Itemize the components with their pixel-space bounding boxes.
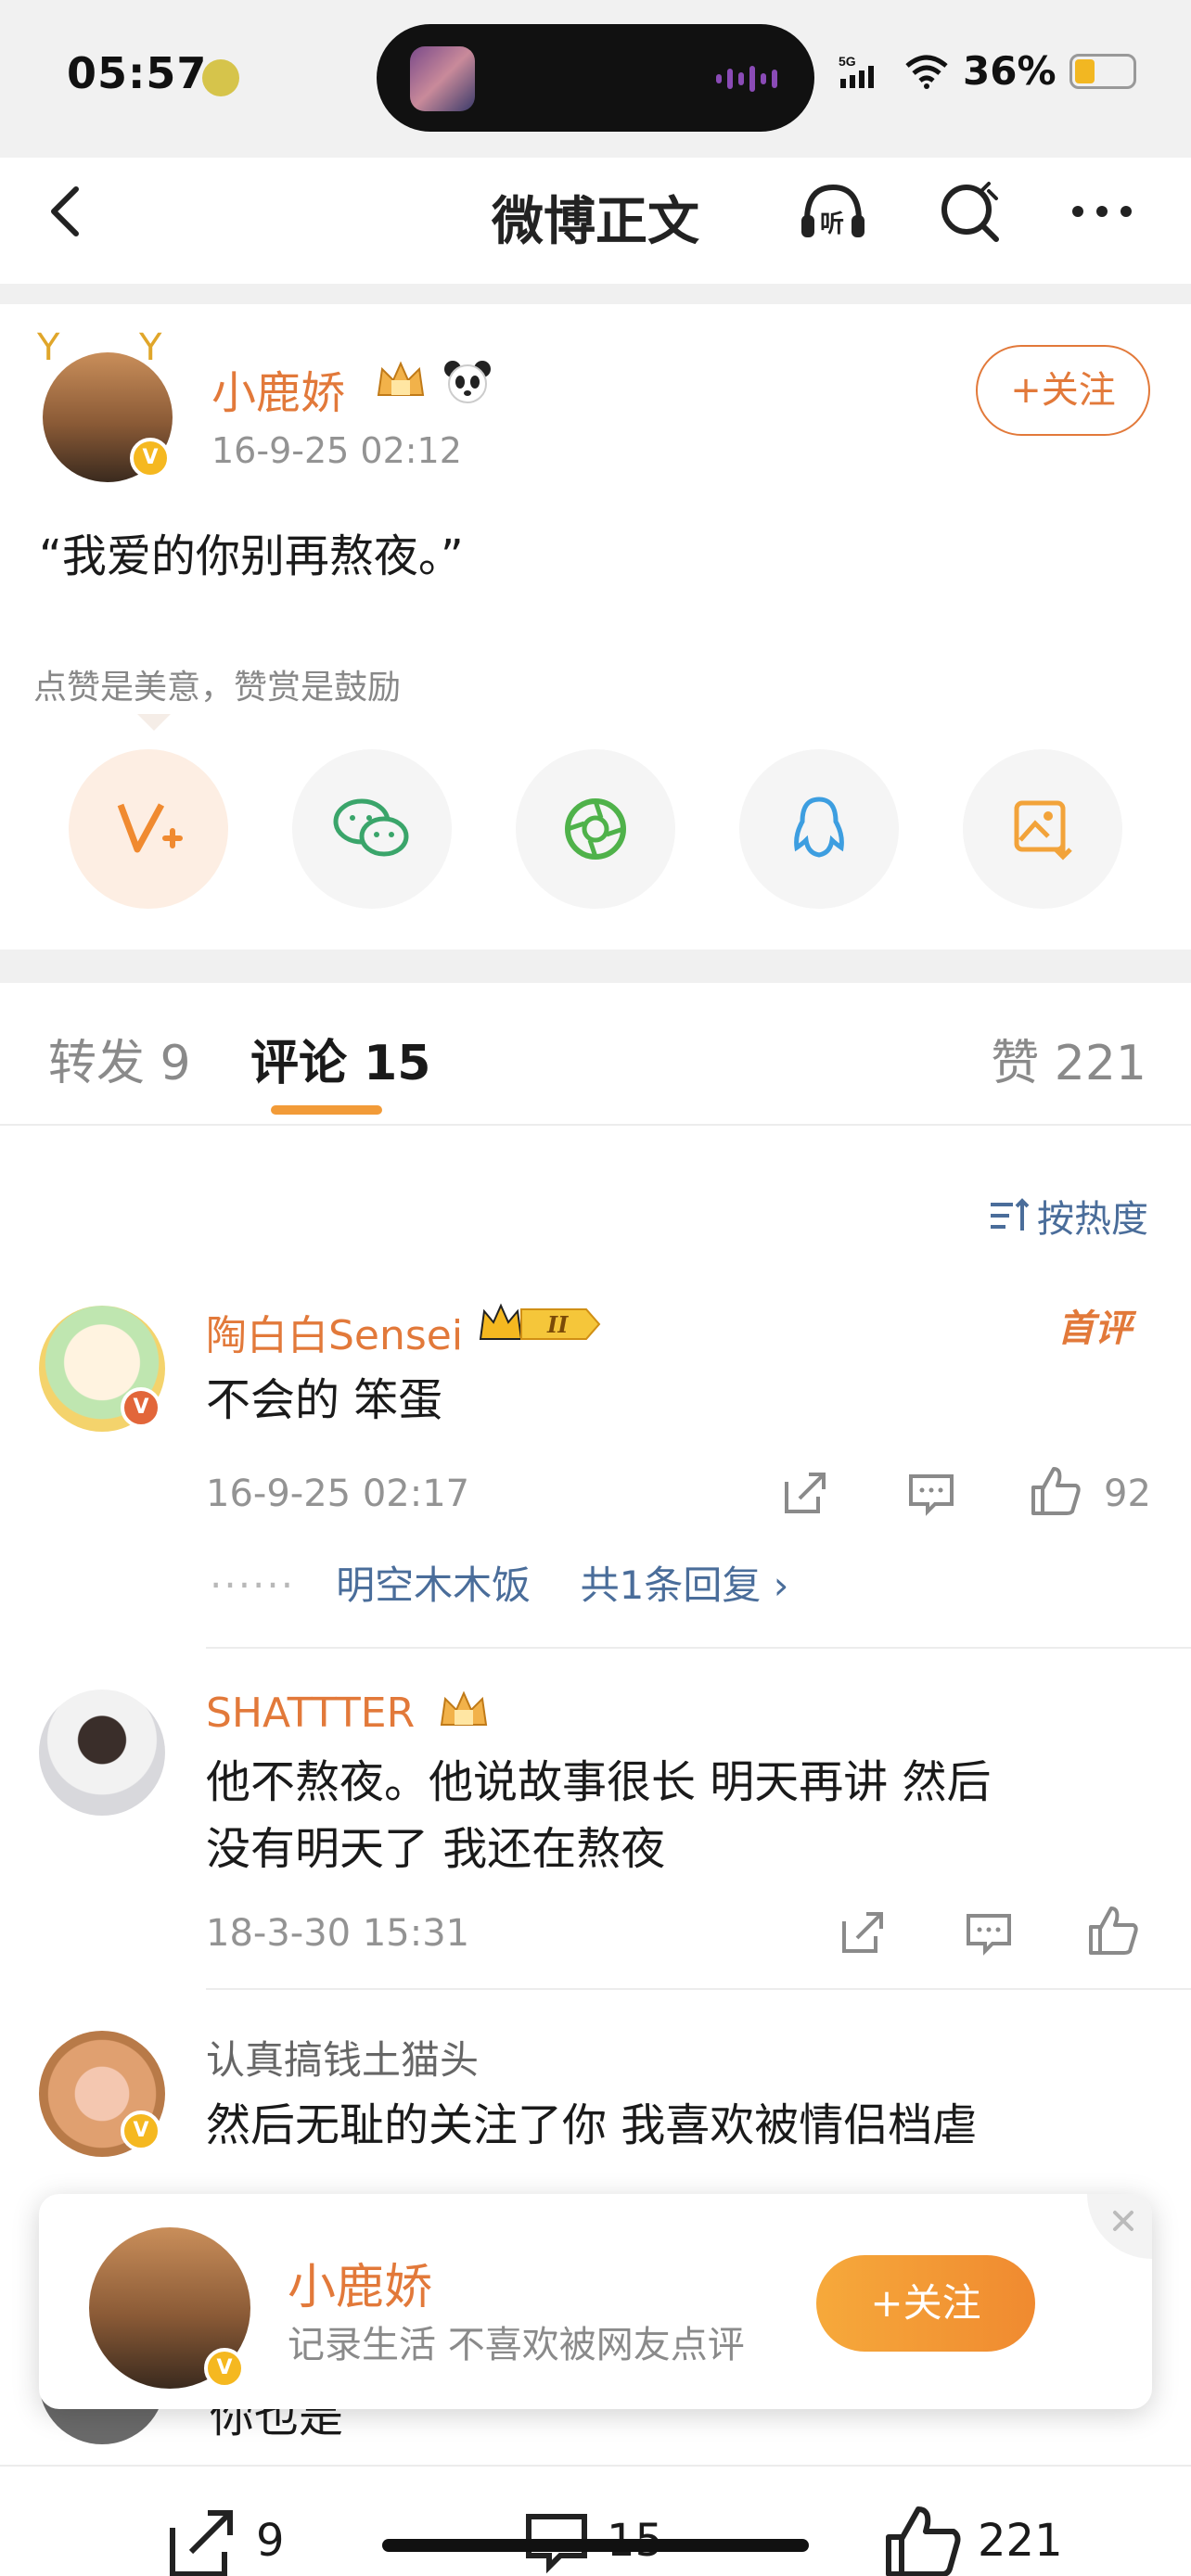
- verified-icon: V: [121, 1387, 161, 1428]
- repost-count: 9: [256, 2515, 285, 2567]
- divider: [0, 950, 1191, 983]
- reward-button[interactable]: [69, 749, 228, 909]
- like-button[interactable]: 221: [881, 2504, 1063, 2576]
- popup-follow-button[interactable]: +关注: [816, 2255, 1035, 2352]
- antler-decoration-icon: Y: [37, 326, 60, 369]
- commenter-name[interactable]: 认真搞钱土猫头: [206, 2029, 479, 2085]
- reply-icon[interactable]: [903, 1465, 959, 1521]
- reward-icon: [117, 803, 183, 853]
- battery-icon: [1069, 53, 1136, 89]
- divider: [0, 2465, 1191, 2467]
- divider: [0, 284, 1191, 304]
- save-image-button[interactable]: [963, 749, 1122, 909]
- comment-time: 18-3-30 15:31: [206, 1912, 470, 1955]
- like-icon[interactable]: [1028, 1463, 1083, 1519]
- crown-badge-icon: [377, 361, 425, 396]
- verified-icon: V: [204, 2348, 245, 2389]
- first-comment-badge: 首评: [1057, 1307, 1132, 1350]
- close-button[interactable]: [1087, 2194, 1152, 2259]
- tab-comments[interactable]: 评论 15: [250, 1024, 430, 1093]
- status-bar: 05:57 5G 36%: [0, 0, 1191, 158]
- author-name[interactable]: 小鹿娇: [211, 356, 345, 421]
- divider: [0, 1124, 1191, 1126]
- wechat-icon: [333, 798, 409, 857]
- repost-button[interactable]: 9: [160, 2504, 285, 2576]
- like-count-bottom: 221: [978, 2515, 1063, 2567]
- panda-badge-icon: [444, 361, 491, 403]
- tab-reposts[interactable]: 转发 9: [48, 1024, 191, 1093]
- repost-icon: [170, 2510, 233, 2576]
- sort-icon: [991, 1198, 1030, 1231]
- verified-icon: V: [121, 2111, 161, 2151]
- svg-text:5G: 5G: [839, 54, 856, 69]
- tab-likes[interactable]: 赞 221: [991, 1024, 1146, 1093]
- follow-suggestion-card: V 小鹿娇 记录生活 不喜欢被网友点评 +关注: [39, 2194, 1152, 2409]
- post-content: “我爱的你别再熬夜。”: [39, 530, 464, 582]
- qq-share-button[interactable]: [739, 749, 899, 909]
- listen-icon[interactable]: 听: [796, 174, 870, 249]
- share-icon[interactable]: [835, 1905, 890, 1960]
- svg-text:II: II: [546, 1311, 569, 1338]
- reply-author[interactable]: 明空木木饭: [336, 1562, 531, 1608]
- suggested-user-bio: 记录生活 不喜欢被网友点评: [288, 2324, 745, 2366]
- more-icon[interactable]: [1065, 174, 1139, 249]
- app-activity-icon: [202, 59, 239, 96]
- cellular-5g-icon: 5G: [839, 54, 874, 88]
- comment-text-line: 没有明天了 我还在熬夜: [206, 1823, 666, 1875]
- sort-label: 按热度: [1037, 1198, 1148, 1241]
- wifi-icon: [905, 55, 948, 89]
- media-thumbnail: [410, 46, 475, 111]
- page-title: 微博正文: [492, 192, 699, 252]
- home-indicator[interactable]: [382, 2539, 809, 2552]
- svg-text:听: 听: [820, 210, 844, 238]
- reply-icon[interactable]: [961, 1905, 1017, 1960]
- dynamic-island[interactable]: [377, 24, 814, 132]
- comment-text: 然后无耻的关注了你 我喜欢被情侣档虐: [206, 2099, 978, 2151]
- like-count: 92: [1104, 1473, 1151, 1515]
- share-icon[interactable]: [777, 1465, 833, 1521]
- commenter-name[interactable]: 陶白白Sensei: [206, 1302, 463, 1361]
- like-icon: [886, 2506, 961, 2576]
- reply-count-link[interactable]: 共1条回复 ›: [581, 1562, 789, 1608]
- comment-time: 16-9-25 02:17: [206, 1473, 470, 1515]
- ellipsis-decoration: ······: [210, 1562, 324, 1608]
- reply-summary[interactable]: ······ 明空木木饭 共1条回复 ›: [210, 1554, 788, 1611]
- tooltip-arrow: [137, 714, 171, 731]
- suggested-user-name[interactable]: 小鹿娇: [288, 2248, 432, 2317]
- save-image-icon: [1014, 800, 1072, 861]
- reward-note: 点赞是美意，赞赏是鼓励: [33, 669, 402, 707]
- active-tab-indicator: [271, 1105, 382, 1115]
- comment-text: 不会的 笨蛋: [206, 1374, 443, 1426]
- wechat-share-button[interactable]: [292, 749, 452, 909]
- moments-icon: [565, 798, 626, 860]
- sort-button[interactable]: 按热度: [989, 1189, 1148, 1243]
- post-time: 16-9-25 02:12: [211, 430, 462, 471]
- qq-icon: [794, 797, 844, 858]
- verified-icon: V: [130, 438, 171, 478]
- divider: [206, 1988, 1191, 1990]
- follow-button[interactable]: +关注: [976, 345, 1150, 436]
- status-time: 05:57: [67, 48, 208, 98]
- search-icon[interactable]: [933, 174, 1007, 249]
- vip-level-badge-icon: II: [479, 1303, 601, 1340]
- close-icon: [1113, 2211, 1133, 2231]
- share-row: [69, 749, 1122, 909]
- status-indicators: 5G 36%: [839, 48, 1136, 94]
- audio-wave-icon: [716, 65, 781, 93]
- battery-percent: 36%: [963, 48, 1057, 94]
- commenter-name[interactable]: SHATTTER: [206, 1690, 415, 1737]
- divider: [206, 1647, 1191, 1649]
- crown-badge-icon: [440, 1690, 488, 1726]
- moments-share-button[interactable]: [516, 749, 675, 909]
- comment-avatar[interactable]: [39, 1690, 165, 1816]
- like-icon[interactable]: [1085, 1903, 1141, 1958]
- comment-text-line: 他不熬夜。他说故事很长 明天再讲 然后: [206, 1756, 992, 1808]
